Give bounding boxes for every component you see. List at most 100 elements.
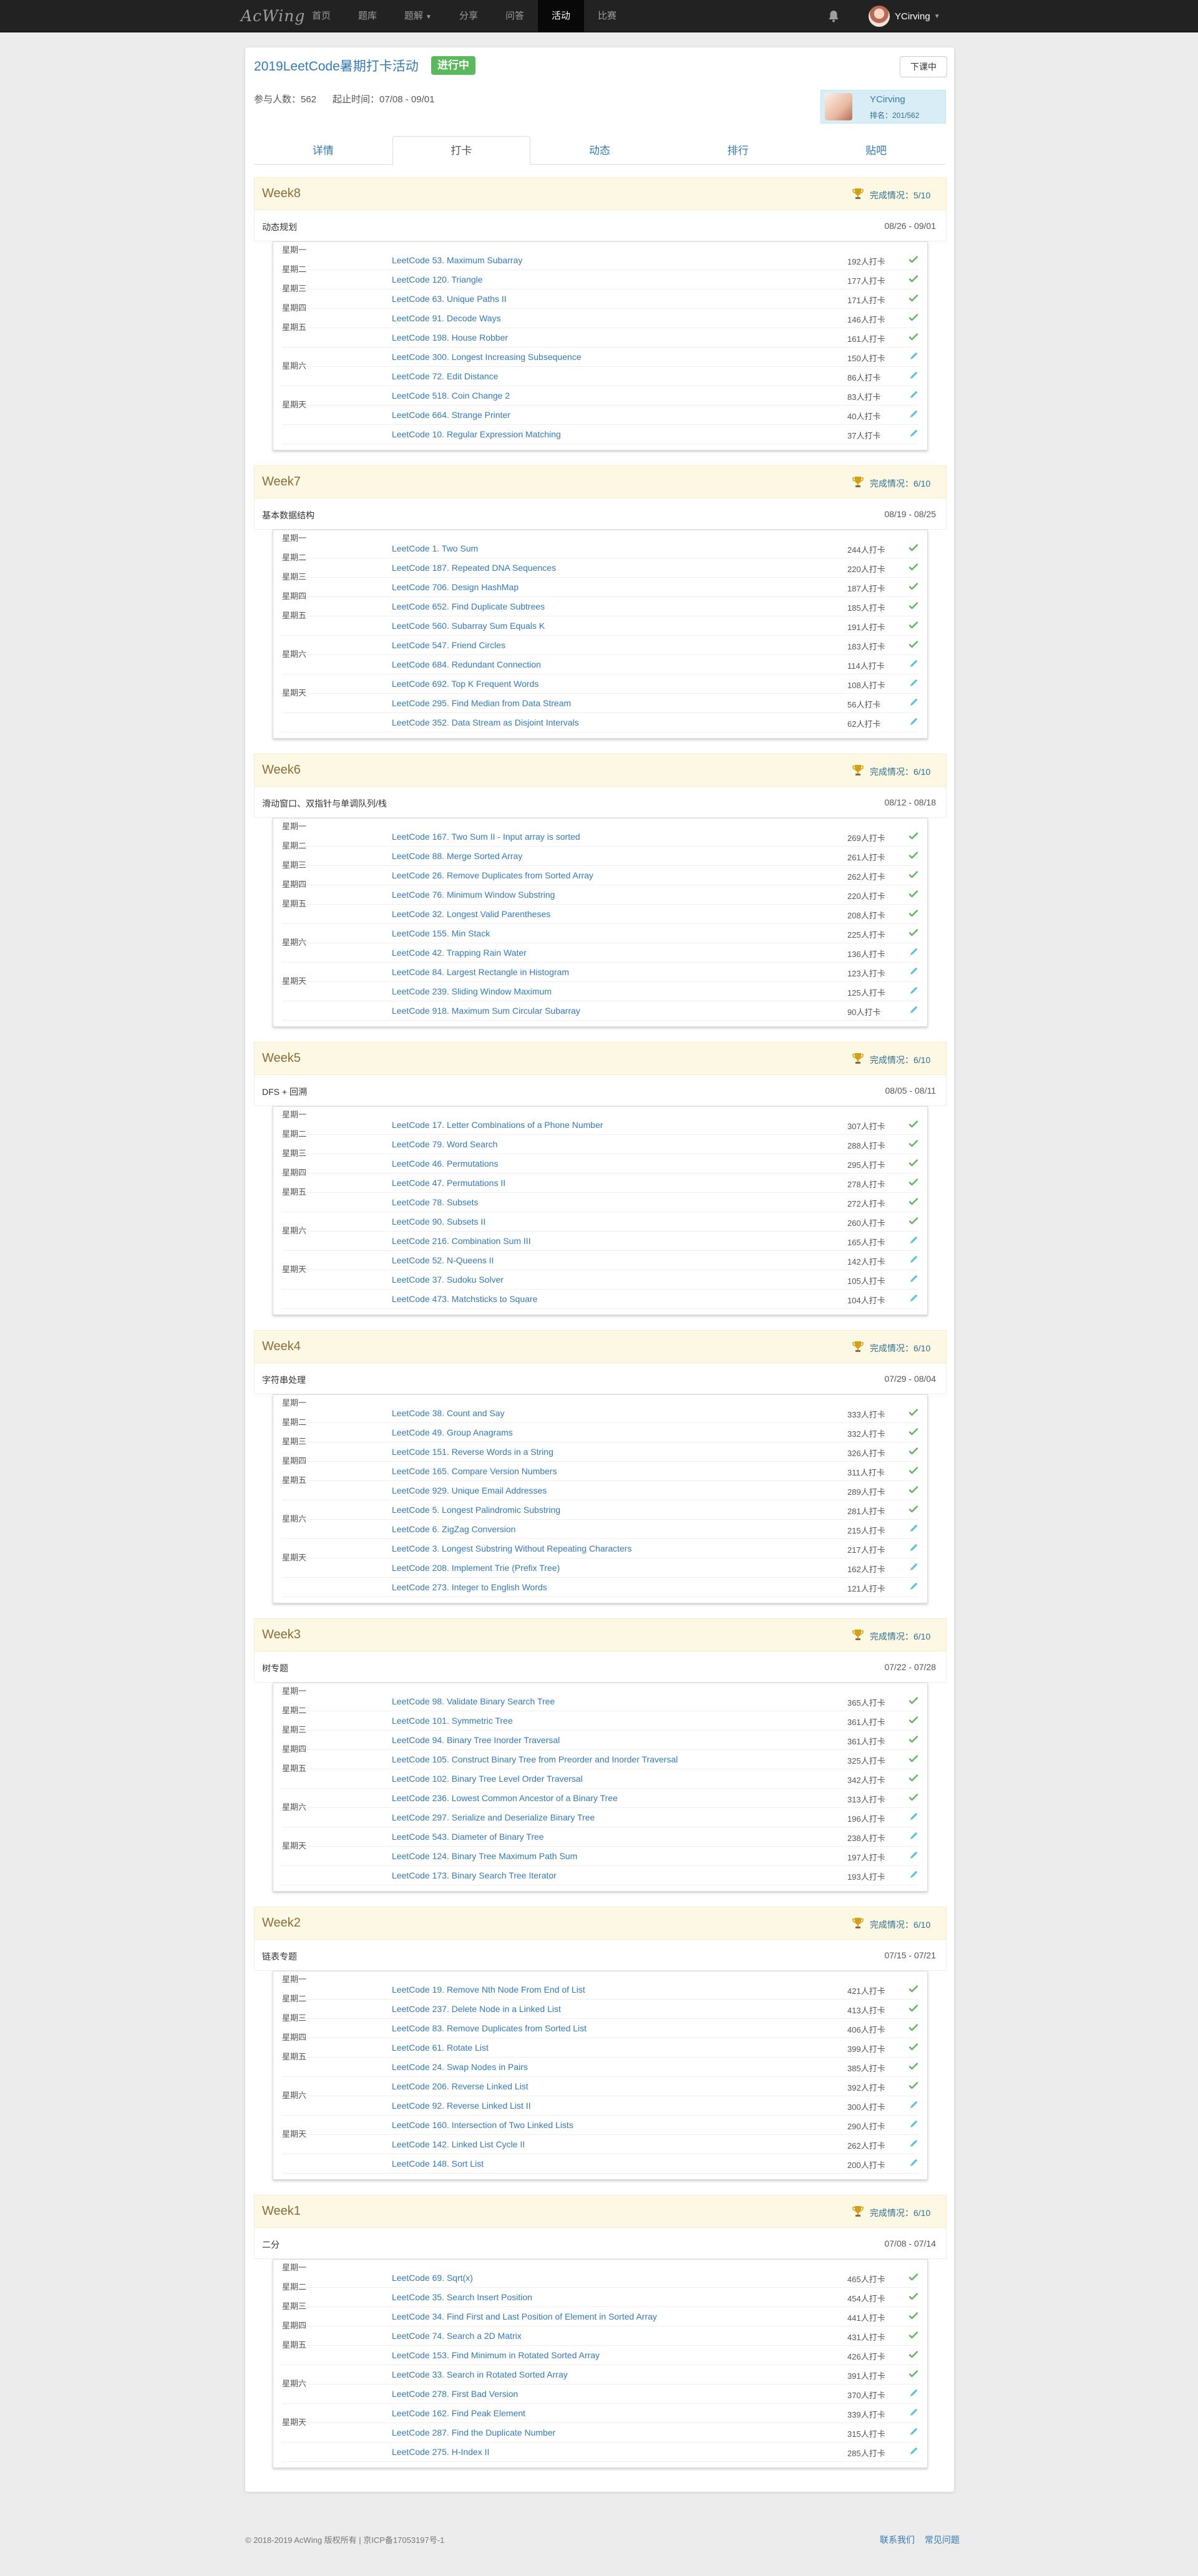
brand-logo[interactable]: AcWing	[241, 5, 305, 27]
problem-link[interactable]: LeetCode 53. Maximum Subarray	[392, 255, 522, 265]
problem-link[interactable]: LeetCode 155. Min Stack	[392, 928, 490, 938]
problem-link[interactable]: LeetCode 295. Find Median from Data Stre…	[392, 698, 571, 708]
problem-link[interactable]: LeetCode 32. Longest Valid Parentheses	[392, 909, 550, 919]
nav-link-0[interactable]: 首页	[298, 0, 344, 32]
problem-link[interactable]: LeetCode 929. Unique Email Addresses	[392, 1485, 547, 1495]
problem-link[interactable]: LeetCode 151. Reverse Words in a String	[392, 1447, 553, 1457]
problem-link[interactable]: LeetCode 148. Sort List	[392, 2159, 484, 2169]
tab-1[interactable]: 打卡	[392, 136, 531, 165]
problem-link[interactable]: LeetCode 3. Longest Substring Without Re…	[392, 1543, 631, 1553]
problem-link[interactable]: LeetCode 47. Permutations II	[392, 1178, 505, 1188]
problem-link[interactable]: LeetCode 105. Construct Binary Tree from…	[392, 1754, 678, 1764]
nav-link-2[interactable]: 题解 ▼	[391, 0, 446, 32]
problem-link[interactable]: LeetCode 10. Regular Expression Matching	[392, 429, 561, 439]
pencil-icon[interactable]	[908, 1293, 918, 1303]
problem-link[interactable]: LeetCode 63. Unique Paths II	[392, 294, 507, 304]
problem-link[interactable]: LeetCode 5. Longest Palindromic Substrin…	[392, 1505, 560, 1515]
nav-link-4[interactable]: 问答	[492, 0, 538, 32]
problem-link[interactable]: LeetCode 94. Binary Tree Inorder Travers…	[392, 1735, 560, 1745]
pencil-icon[interactable]	[908, 429, 918, 439]
pencil-icon[interactable]	[908, 1850, 918, 1860]
problem-link[interactable]: LeetCode 206. Reverse Linked List	[392, 2081, 528, 2091]
problem-link[interactable]: LeetCode 706. Design HashMap	[392, 582, 519, 592]
problem-link[interactable]: LeetCode 275. H-Index II	[392, 2447, 489, 2457]
pencil-icon[interactable]	[908, 678, 918, 688]
my-rank-card[interactable]: YCirving 排名：201/562	[821, 90, 946, 124]
problem-link[interactable]: LeetCode 35. Search Insert Position	[392, 2292, 532, 2302]
problem-link[interactable]: LeetCode 297. Serialize and Deserialize …	[392, 1812, 595, 1822]
footer-link-faq[interactable]: 常见问题	[925, 2535, 960, 2545]
problem-link[interactable]: LeetCode 24. Swap Nodes in Pairs	[392, 2062, 528, 2072]
problem-link[interactable]: LeetCode 26. Remove Duplicates from Sort…	[392, 870, 593, 880]
pencil-icon[interactable]	[908, 1235, 918, 1245]
pencil-icon[interactable]	[908, 371, 918, 381]
tab-2[interactable]: 动态	[530, 136, 669, 165]
problem-link[interactable]: LeetCode 46. Permutations	[392, 1159, 498, 1169]
problem-link[interactable]: LeetCode 547. Friend Circles	[392, 640, 505, 650]
pencil-icon[interactable]	[908, 697, 918, 707]
problem-link[interactable]: LeetCode 167. Two Sum II - Input array i…	[392, 832, 580, 842]
problem-link[interactable]: LeetCode 237. Delete Node in a Linked Li…	[392, 2004, 561, 2014]
problem-link[interactable]: LeetCode 84. Largest Rectangle in Histog…	[392, 967, 569, 977]
problem-link[interactable]: LeetCode 88. Merge Sorted Array	[392, 851, 522, 861]
pencil-icon[interactable]	[908, 1870, 918, 1880]
pencil-icon[interactable]	[908, 1812, 918, 1822]
nav-link-3[interactable]: 分享	[446, 0, 492, 32]
pencil-icon[interactable]	[908, 1831, 918, 1841]
pencil-icon[interactable]	[908, 1562, 918, 1572]
problem-link[interactable]: LeetCode 98. Validate Binary Search Tree	[392, 1696, 555, 1706]
problem-link[interactable]: LeetCode 692. Top K Frequent Words	[392, 679, 538, 689]
pencil-icon[interactable]	[908, 2100, 918, 2110]
problem-link[interactable]: LeetCode 278. First Bad Version	[392, 2389, 518, 2399]
problem-link[interactable]: LeetCode 120. Triangle	[392, 275, 483, 284]
problem-link[interactable]: LeetCode 17. Letter Combinations of a Ph…	[392, 1120, 603, 1130]
problem-link[interactable]: LeetCode 61. Rotate List	[392, 2043, 489, 2053]
problem-link[interactable]: LeetCode 76. Minimum Window Substring	[392, 890, 555, 900]
bell-icon[interactable]	[826, 9, 841, 24]
nav-link-6[interactable]: 比赛	[584, 0, 630, 32]
problem-link[interactable]: LeetCode 38. Count and Say	[392, 1408, 505, 1418]
pencil-icon[interactable]	[908, 2139, 918, 2149]
problem-link[interactable]: LeetCode 239. Sliding Window Maximum	[392, 986, 552, 996]
problem-link[interactable]: LeetCode 42. Trapping Rain Water	[392, 948, 527, 958]
footer-link-contact[interactable]: 联系我们	[880, 2535, 915, 2545]
problem-link[interactable]: LeetCode 208. Implement Trie (Prefix Tre…	[392, 1563, 560, 1573]
pencil-icon[interactable]	[908, 351, 918, 361]
problem-link[interactable]: LeetCode 6. ZigZag Conversion	[392, 1524, 515, 1534]
problem-link[interactable]: LeetCode 101. Symmetric Tree	[392, 1716, 513, 1726]
pencil-icon[interactable]	[908, 2388, 918, 2398]
problem-link[interactable]: LeetCode 273. Integer to English Words	[392, 1582, 547, 1592]
pencil-icon[interactable]	[908, 986, 918, 996]
problem-link[interactable]: LeetCode 187. Repeated DNA Sequences	[392, 563, 556, 573]
pencil-icon[interactable]	[908, 1005, 918, 1015]
problem-link[interactable]: LeetCode 74. Search a 2D Matrix	[392, 2331, 522, 2341]
problem-link[interactable]: LeetCode 34. Find First and Last Positio…	[392, 2311, 657, 2321]
problem-link[interactable]: LeetCode 142. Linked List Cycle II	[392, 2139, 525, 2149]
problem-link[interactable]: LeetCode 160. Intersection of Two Linked…	[392, 2120, 573, 2130]
pencil-icon[interactable]	[908, 1524, 918, 1533]
problem-link[interactable]: LeetCode 518. Coin Change 2	[392, 391, 510, 401]
problem-link[interactable]: LeetCode 543. Diameter of Binary Tree	[392, 1832, 544, 1842]
pencil-icon[interactable]	[908, 966, 918, 976]
problem-link[interactable]: LeetCode 216. Combination Sum III	[392, 1236, 531, 1246]
tab-3[interactable]: 排行	[669, 136, 807, 165]
pencil-icon[interactable]	[908, 2158, 918, 2168]
problem-link[interactable]: LeetCode 560. Subarray Sum Equals K	[392, 621, 545, 631]
pencil-icon[interactable]	[908, 409, 918, 419]
pencil-icon[interactable]	[908, 2427, 918, 2437]
problem-link[interactable]: LeetCode 37. Sudoku Solver	[392, 1275, 504, 1285]
activity-title[interactable]: 2019LeetCode暑期打卡活动	[254, 56, 419, 75]
nav-link-5[interactable]: 活动	[537, 0, 584, 32]
problem-link[interactable]: LeetCode 153. Find Minimum in Rotated So…	[392, 2350, 600, 2360]
problem-link[interactable]: LeetCode 91. Decode Ways	[392, 313, 501, 323]
problem-link[interactable]: LeetCode 198. House Robber	[392, 333, 508, 343]
problem-link[interactable]: LeetCode 300. Longest Increasing Subsequ…	[392, 352, 582, 362]
problem-link[interactable]: LeetCode 473. Matchsticks to Square	[392, 1294, 537, 1304]
problem-link[interactable]: LeetCode 102. Binary Tree Level Order Tr…	[392, 1774, 583, 1784]
pencil-icon[interactable]	[908, 2446, 918, 2456]
problem-link[interactable]: LeetCode 124. Binary Tree Maximum Path S…	[392, 1851, 577, 1861]
pencil-icon[interactable]	[908, 717, 918, 727]
tab-4[interactable]: 贴吧	[807, 136, 945, 165]
pencil-icon[interactable]	[908, 659, 918, 669]
pencil-icon[interactable]	[908, 2119, 918, 2129]
